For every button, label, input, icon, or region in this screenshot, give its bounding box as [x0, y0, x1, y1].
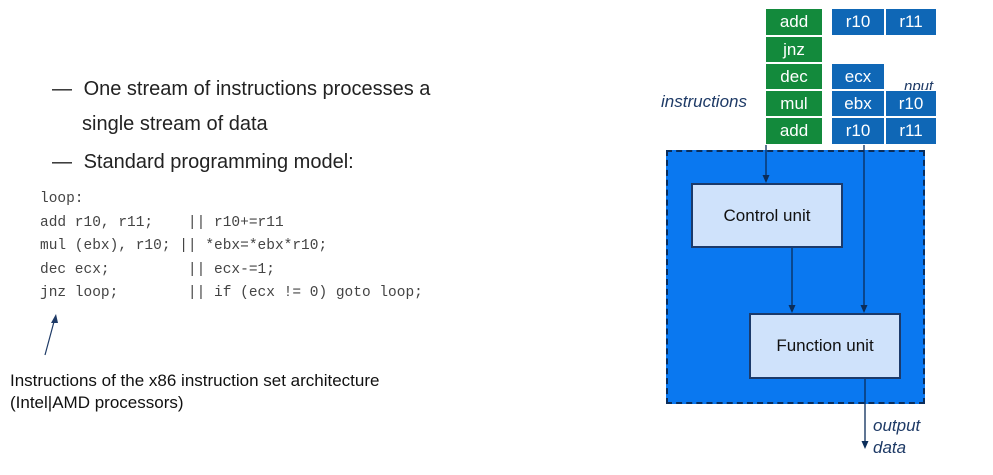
output-label-1: output	[873, 416, 921, 435]
flow-arrows	[762, 145, 869, 449]
output-label-2: data	[873, 438, 907, 457]
